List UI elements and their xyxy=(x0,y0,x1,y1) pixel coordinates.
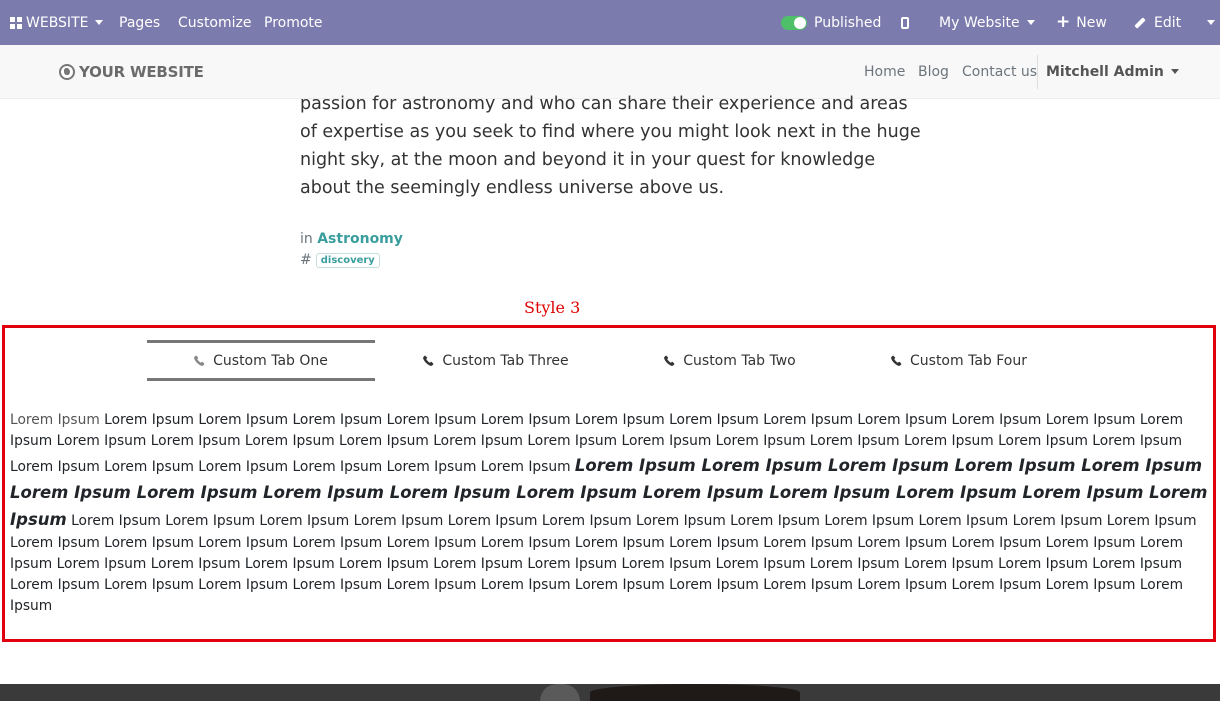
tab-label: Custom Tab Four xyxy=(910,352,1027,369)
menu-promote[interactable]: Promote xyxy=(264,0,323,45)
mobile-preview-button[interactable] xyxy=(901,0,909,45)
site-logo-text: YOUR WEBSITE xyxy=(79,62,204,81)
nav-contact-us[interactable]: Contact us xyxy=(962,45,1037,98)
style-label: Style 3 xyxy=(524,298,581,317)
caret-down-icon xyxy=(95,20,104,25)
content-lead: Lorem Ipsum xyxy=(10,412,100,428)
apps-grid-icon xyxy=(10,16,22,29)
globe-icon xyxy=(59,63,75,80)
tab-label: Custom Tab Three xyxy=(442,352,569,369)
user-name: Mitchell Admin xyxy=(1046,63,1164,80)
image-detail xyxy=(540,684,580,701)
nav-divider xyxy=(1037,55,1038,89)
phone-icon xyxy=(664,355,675,366)
category-prefix: in xyxy=(300,231,313,247)
admin-bar: WEBSITE Pages Customize Promote Publishe… xyxy=(0,0,1220,45)
user-menu[interactable]: Mitchell Admin xyxy=(1046,45,1179,98)
article-paragraph: passion for astronomy and who can share … xyxy=(300,94,921,198)
website-menu-button[interactable]: WEBSITE xyxy=(10,0,104,45)
tab-label: Custom Tab One xyxy=(213,352,328,369)
plus-icon: + xyxy=(1056,12,1071,32)
content-part-2: Lorem Ipsum Lorem Ipsum Lorem Ipsum Lore… xyxy=(10,513,1197,614)
category-link[interactable]: Astronomy xyxy=(317,231,403,247)
phone-icon xyxy=(891,355,902,366)
menu-customize[interactable]: Customize xyxy=(178,0,252,45)
caret-down-icon xyxy=(1207,20,1215,25)
edit-dropdown-toggle[interactable] xyxy=(1200,0,1215,45)
edit-button[interactable]: Edit xyxy=(1134,0,1181,45)
caret-down-icon xyxy=(1170,69,1179,74)
site-logo[interactable]: YOUR WEBSITE xyxy=(59,45,204,98)
site-selector[interactable]: My Website xyxy=(939,0,1035,45)
hash-icon: # xyxy=(300,252,312,268)
new-label: New xyxy=(1076,14,1107,31)
post-tags: # discovery xyxy=(300,252,380,268)
image-detail xyxy=(590,684,800,701)
tag-badge[interactable]: discovery xyxy=(315,252,380,268)
tab-custom-one[interactable]: Custom Tab One xyxy=(147,340,375,381)
site-selector-label: My Website xyxy=(939,14,1020,31)
edit-label: Edit xyxy=(1154,14,1182,31)
tab-custom-two[interactable]: Custom Tab Two xyxy=(617,340,843,381)
next-section-image xyxy=(0,684,1220,701)
new-button[interactable]: + New xyxy=(1056,0,1107,45)
caret-down-icon xyxy=(1026,20,1035,25)
pencil-icon xyxy=(1134,16,1146,29)
toggle-switch-icon xyxy=(781,15,807,30)
tab-custom-four[interactable]: Custom Tab Four xyxy=(843,340,1075,381)
tab-custom-three[interactable]: Custom Tab Three xyxy=(375,340,617,381)
published-label: Published xyxy=(814,14,882,31)
phone-icon xyxy=(423,355,434,366)
published-toggle[interactable]: Published xyxy=(781,0,881,45)
menu-pages[interactable]: Pages xyxy=(119,0,160,45)
mobile-phone-icon xyxy=(901,16,909,29)
phone-icon xyxy=(194,355,205,366)
tab-content-text: Lorem Ipsum Lorem Ipsum Lorem Ipsum Lore… xyxy=(10,410,1210,617)
website-menu-label: WEBSITE xyxy=(26,14,89,31)
tab-label: Custom Tab Two xyxy=(683,352,796,369)
post-category: in Astronomy xyxy=(300,231,403,247)
